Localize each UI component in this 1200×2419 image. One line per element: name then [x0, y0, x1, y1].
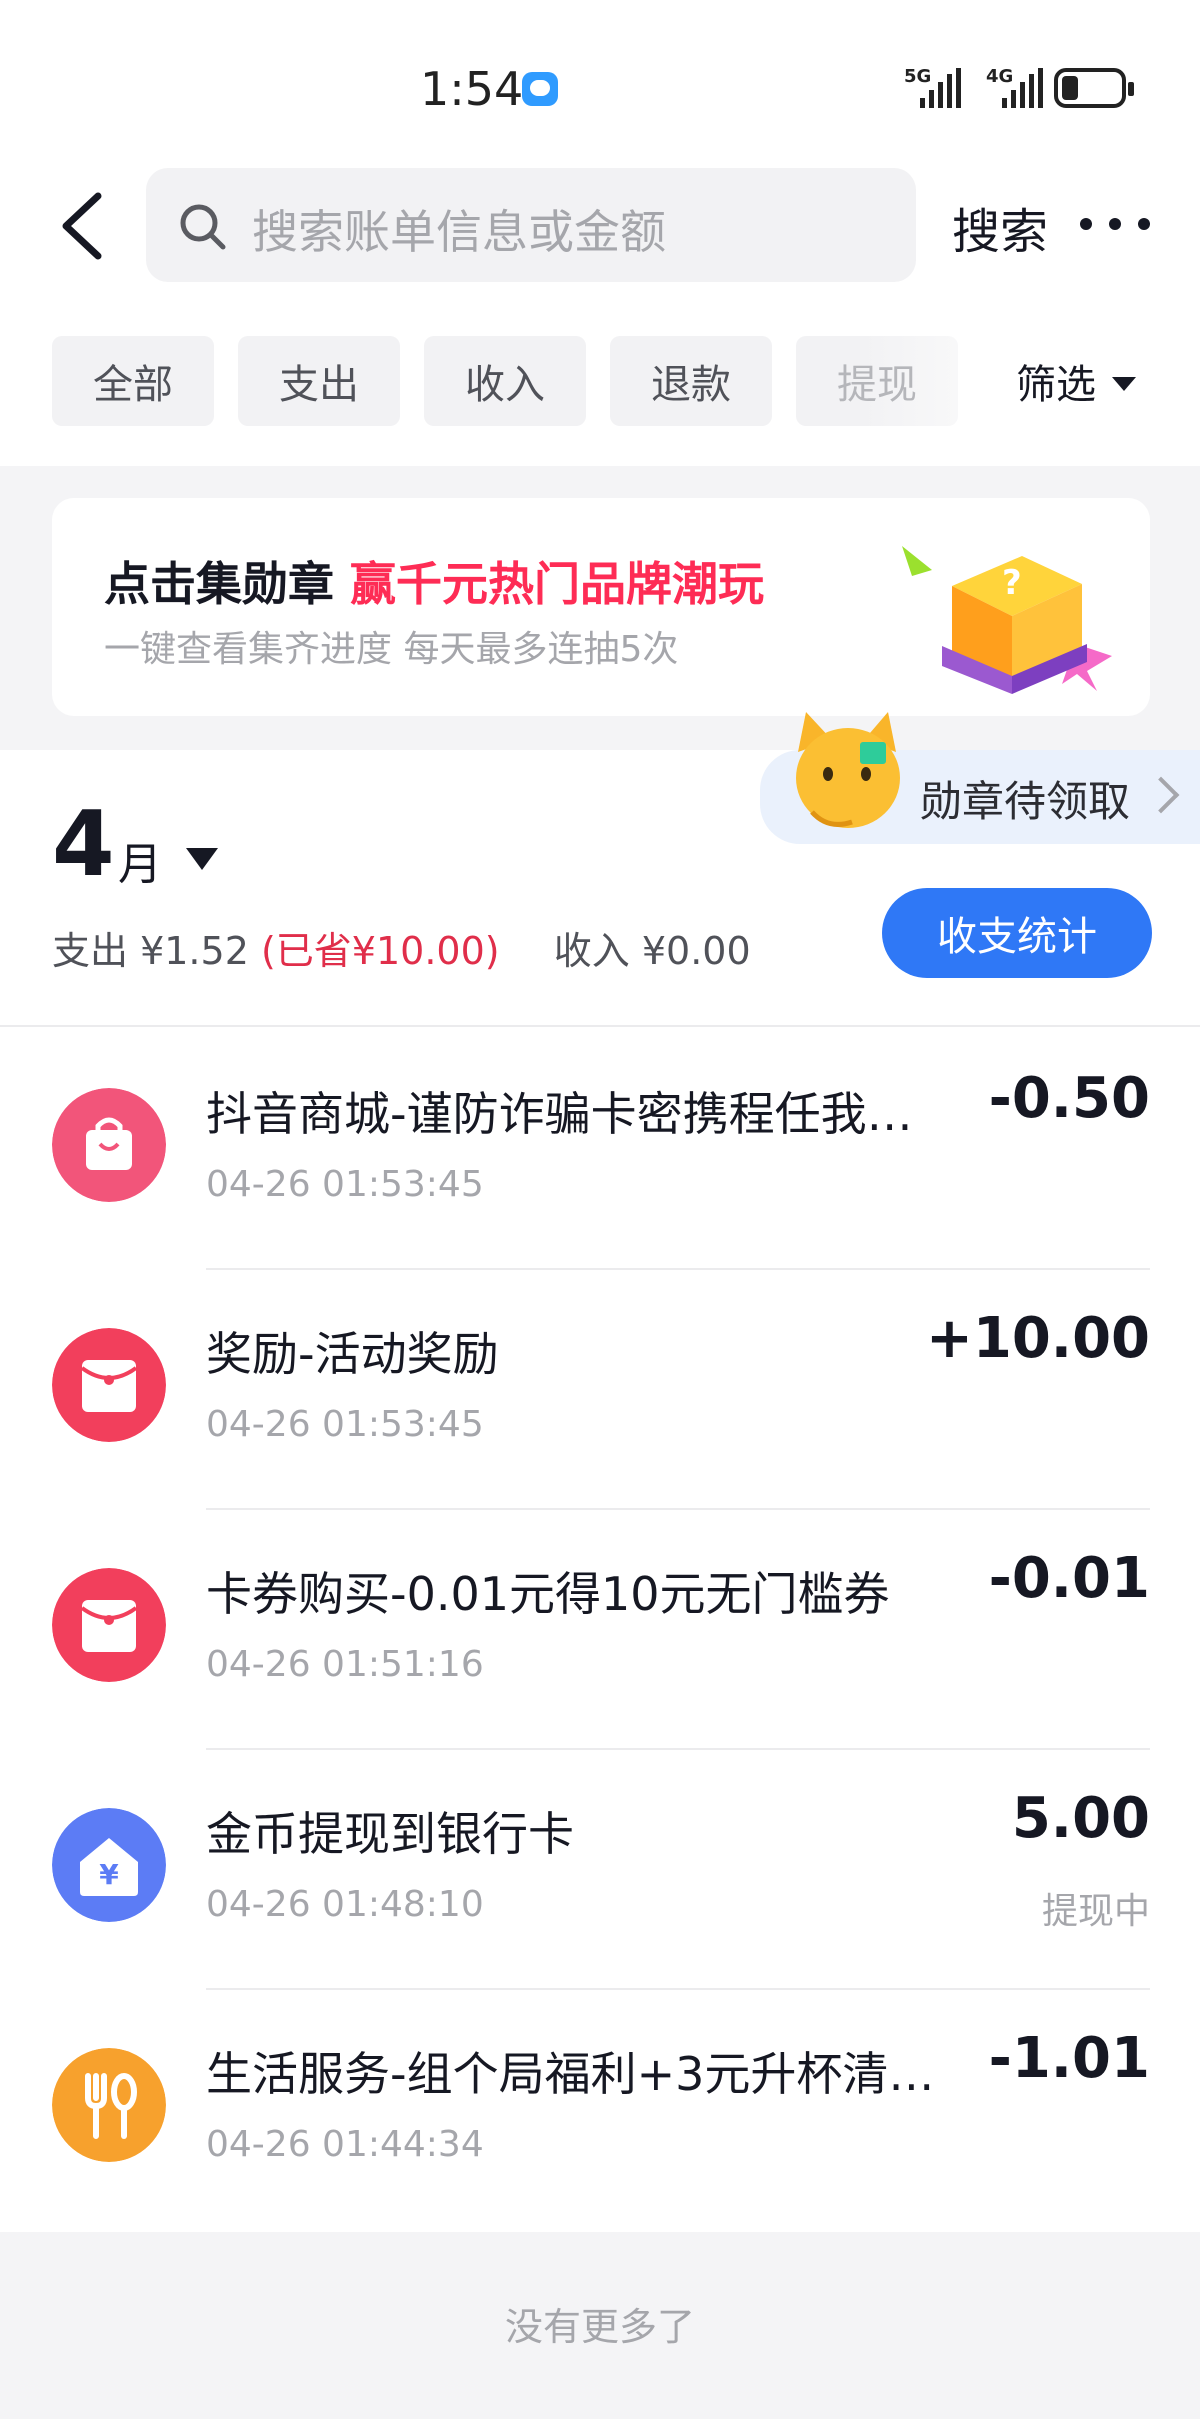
status-time: 1:54 [420, 62, 524, 116]
transaction-amount: -0.01 [988, 1546, 1150, 1611]
transaction-amount: +10.00 [925, 1306, 1150, 1371]
month-summary: 支出 ¥1.52 (已省¥10.00) 收入 ¥0.00 [52, 920, 751, 975]
saved-amount: (已省¥10.00) [260, 929, 500, 973]
back-button[interactable] [48, 186, 118, 266]
filter-label: 筛选 [1016, 362, 1096, 408]
mystery-box-icon: ? [902, 546, 1112, 694]
transaction-title: 生活服务-组个局福利+3元升杯清爽饮品 [206, 2047, 956, 2101]
fork-spoon-icon [52, 2048, 166, 2162]
message-notification-icon [522, 72, 558, 106]
transaction-status: 提现中 [1041, 1891, 1150, 1932]
tab-income[interactable]: 收入 [424, 336, 586, 426]
month-unit[interactable]: 月 [118, 828, 162, 892]
tab-expense[interactable]: 支出 [238, 336, 400, 426]
status-bar: 1:54 5G 4G [0, 0, 1200, 160]
badge-claim-label: 勋章待领取 [920, 777, 1131, 826]
transaction-amount: -1.01 [988, 2026, 1150, 2091]
stats-button[interactable]: 收支统计 [882, 888, 1152, 978]
transaction-row[interactable]: 奖励-活动奖励 04-26 01:53:45 +10.00 [0, 1270, 1200, 1510]
search-placeholder: 搜索账单信息或金额 [252, 205, 666, 259]
filter-button[interactable]: 筛选 [1016, 352, 1136, 410]
expense-total: 支出 ¥1.52 [52, 929, 249, 973]
transaction-title: 抖音商城-谨防诈骗卡密携程任我行卡 [206, 1087, 956, 1141]
no-more-label: 没有更多了 [504, 2305, 695, 2349]
transaction-title: 金币提现到银行卡 [206, 1807, 574, 1861]
shopping-bag-icon [52, 1088, 166, 1202]
list-footer: 没有更多了 [0, 2232, 1200, 2419]
transaction-title: 奖励-活动奖励 [206, 1327, 499, 1381]
transaction-time: 04-26 01:48:10 [206, 1884, 484, 1925]
promo-banner[interactable]: 点击集勋章 赢千元热门品牌潮玩 一键查看集齐进度 每天最多连抽5次 ? [52, 498, 1150, 716]
cat-mascot-icon [796, 712, 900, 828]
bank-house-icon: ¥ [52, 1808, 166, 1922]
battery-icon [1054, 68, 1134, 108]
signal-5g-icon [920, 68, 961, 108]
transaction-time: 04-26 01:44:34 [206, 2124, 484, 2165]
month-dropdown-icon[interactable] [186, 848, 218, 870]
transaction-row[interactable]: 抖音商城-谨防诈骗卡密携程任我行卡 04-26 01:53:45 -0.50 [0, 1030, 1200, 1270]
income-total: 收入 ¥0.00 [553, 929, 751, 973]
svg-text:?: ? [1002, 563, 1022, 603]
transaction-row[interactable]: 卡券购买-0.01元得10元无门槛券 04-26 01:51:16 -0.01 [0, 1510, 1200, 1750]
more-options-icon[interactable] [1080, 214, 1150, 234]
dropdown-triangle-icon [1112, 377, 1136, 391]
transaction-amount: 5.00 [1011, 1786, 1150, 1851]
transaction-amount: -0.50 [988, 1066, 1150, 1131]
month-number[interactable]: 4 [52, 800, 115, 890]
transaction-time: 04-26 01:53:45 [206, 1404, 484, 1445]
signal-4g-icon [1002, 68, 1043, 108]
search-input[interactable]: 搜索账单信息或金额 [146, 168, 916, 282]
search-icon [180, 204, 226, 250]
tab-refund[interactable]: 退款 [610, 336, 772, 426]
tab-all[interactable]: 全部 [52, 336, 214, 426]
svg-text:¥: ¥ [99, 1858, 119, 1891]
promo-title-main: 点击集勋章 [104, 557, 351, 611]
promo-subtitle: 一键查看集齐进度 每天最多连抽5次 [104, 629, 679, 670]
divider [0, 1025, 1200, 1027]
tab-withdraw[interactable]: 提现 [796, 336, 958, 426]
promo-title-highlight: 赢千元热门品牌潮玩 [350, 557, 765, 611]
transaction-title: 卡券购买-0.01元得10元无门槛券 [206, 1567, 890, 1621]
transaction-row[interactable]: 生活服务-组个局福利+3元升杯清爽饮品 04-26 01:44:34 -1.01 [0, 1990, 1200, 2230]
red-envelope-icon [52, 1568, 166, 1682]
search-button[interactable]: 搜索 [952, 192, 1048, 262]
back-arrow-icon [62, 192, 102, 260]
transaction-row[interactable]: ¥ 金币提现到银行卡 04-26 01:48:10 5.00 提现中 [0, 1750, 1200, 1990]
transaction-time: 04-26 01:51:16 [206, 1644, 484, 1685]
transaction-time: 04-26 01:53:45 [206, 1164, 484, 1205]
red-envelope-icon [52, 1328, 166, 1442]
promo-title: 点击集勋章 赢千元热门品牌潮玩 [104, 548, 764, 614]
